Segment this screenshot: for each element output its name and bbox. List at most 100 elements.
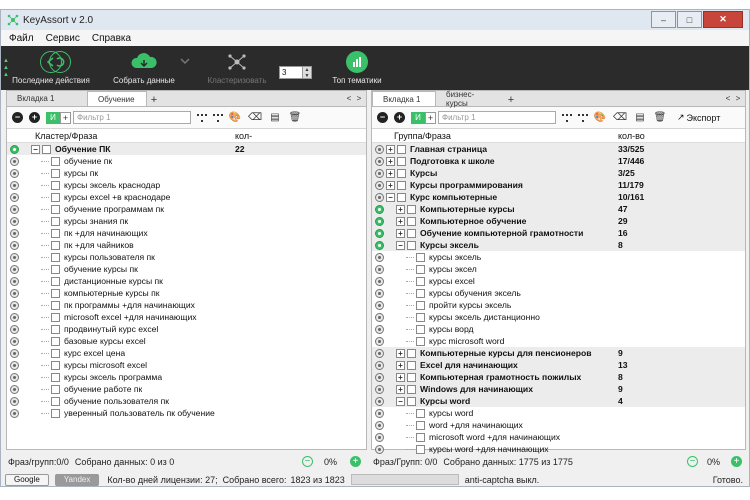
filter-settings-icon[interactable] xyxy=(212,112,224,124)
tree-phrase-row[interactable]: пк программы +для начинающих xyxy=(7,299,366,311)
tree-phrase-row[interactable]: курсы знания пк xyxy=(7,215,366,227)
tree-phrase-row[interactable]: курс excel цена xyxy=(7,347,366,359)
checkbox[interactable] xyxy=(407,372,416,382)
filter-options-icon[interactable] xyxy=(196,112,208,124)
checkbox[interactable] xyxy=(51,240,60,250)
add-icon[interactable]: + xyxy=(394,112,405,123)
add-tab-icon[interactable]: + xyxy=(504,94,518,106)
checkbox[interactable] xyxy=(407,360,416,370)
checkbox[interactable] xyxy=(51,228,60,238)
select-radio-icon[interactable] xyxy=(375,240,384,250)
add-tab-icon[interactable]: + xyxy=(147,94,161,106)
forward-button[interactable] xyxy=(49,46,71,90)
tree-phrase-row[interactable]: уверенный пользователь пк обучение xyxy=(7,407,366,419)
menu-file[interactable]: Файл xyxy=(9,33,34,44)
tab-obuchenie[interactable]: Обучение xyxy=(87,91,147,106)
checkbox[interactable] xyxy=(51,264,60,274)
select-radio-icon[interactable] xyxy=(375,432,384,442)
checkbox[interactable] xyxy=(51,360,60,370)
select-radio-icon[interactable] xyxy=(375,336,384,346)
checkbox[interactable] xyxy=(416,312,425,322)
checkbox[interactable] xyxy=(51,216,60,226)
palette-icon[interactable]: 🎨 xyxy=(228,112,242,124)
select-radio-icon[interactable] xyxy=(10,336,19,346)
checkbox[interactable] xyxy=(51,336,60,346)
top-topics-button[interactable]: Топ тематики xyxy=(322,46,392,90)
select-radio-icon[interactable] xyxy=(10,228,19,238)
checkbox[interactable] xyxy=(51,372,60,382)
tree-phrase-row[interactable]: пк +для начинающих xyxy=(7,227,366,239)
checkbox[interactable] xyxy=(416,324,425,334)
select-radio-icon[interactable] xyxy=(10,360,19,370)
tree-phrase-row[interactable]: курсы microsoft excel xyxy=(7,359,366,371)
select-radio-icon[interactable] xyxy=(10,288,19,298)
checkbox[interactable] xyxy=(51,204,60,214)
tab-biznes-kursy[interactable]: бизнес-курсы xyxy=(436,90,504,108)
expand-icon[interactable]: + xyxy=(396,348,405,358)
tree-group-row[interactable]: + Курсы 3/25 xyxy=(372,167,745,179)
select-radio-icon[interactable] xyxy=(10,300,19,310)
collect-dropdown-button[interactable] xyxy=(179,46,191,90)
tree-group-row[interactable]: + Курсы программирования 11/179 xyxy=(372,179,745,191)
tab-scroll-left-icon[interactable]: < xyxy=(723,93,733,104)
tree-phrase-row[interactable]: курсы эксел xyxy=(372,263,745,275)
select-radio-icon[interactable] xyxy=(10,324,19,334)
tree-group-row[interactable]: + Обучение компьютерной грамотности 16 xyxy=(372,227,745,239)
tree-phrase-row[interactable]: microsoft word +для начинающих xyxy=(372,431,745,443)
tree-phrase-row[interactable]: word +для начинающих xyxy=(372,419,745,431)
checkbox[interactable] xyxy=(416,408,425,418)
tree-phrase-row[interactable]: дистанционные курсы пк xyxy=(7,275,366,287)
minimize-button[interactable]: – xyxy=(651,11,676,28)
menu-service[interactable]: Сервис xyxy=(46,33,80,44)
tab-scroll-right-icon[interactable]: > xyxy=(733,93,743,104)
google-toggle[interactable]: Google xyxy=(5,473,49,486)
checkbox[interactable] xyxy=(416,300,425,310)
zoom-out-icon[interactable]: − xyxy=(687,456,698,467)
tree-phrase-row[interactable]: курсы ворд xyxy=(372,323,745,335)
checkbox[interactable] xyxy=(407,204,416,214)
expand-icon[interactable]: + xyxy=(386,156,395,166)
select-radio-icon[interactable] xyxy=(10,348,19,358)
count-header[interactable]: кол-во xyxy=(618,131,645,141)
stepper-arrows-icon[interactable]: ▲ ▼ xyxy=(303,65,312,79)
select-radio-icon[interactable] xyxy=(10,264,19,274)
add-filter-icon[interactable]: + xyxy=(60,111,71,124)
tree-phrase-row[interactable]: курсы пользователя пк xyxy=(7,251,366,263)
tree-group-row[interactable]: − Курс компьютерные 10/161 xyxy=(372,191,745,203)
remove-icon[interactable]: − xyxy=(12,112,23,123)
checkbox[interactable] xyxy=(397,144,406,154)
palette-icon[interactable]: 🎨 xyxy=(593,112,607,124)
zoom-out-icon[interactable]: − xyxy=(302,456,313,467)
select-radio-icon[interactable] xyxy=(10,252,19,262)
tree-phrase-row[interactable]: курсы эксель дистанционно xyxy=(372,311,745,323)
expand-icon[interactable]: + xyxy=(396,372,405,382)
tree-phrase-row[interactable]: курсы excel +в краснодаре xyxy=(7,191,366,203)
tree-phrase-row[interactable]: курсы обучения эксель xyxy=(372,287,745,299)
expand-icon[interactable]: + xyxy=(396,360,405,370)
tree-phrase-row[interactable]: курсы эксель xyxy=(372,251,745,263)
document-icon[interactable]: ▤ xyxy=(268,112,282,124)
trash-icon[interactable]: 🗑 xyxy=(288,112,302,124)
tree-phrase-row[interactable]: обучение программам пк xyxy=(7,203,366,215)
select-radio-icon[interactable] xyxy=(375,312,384,322)
and-toggle-button[interactable]: И xyxy=(46,111,60,124)
checkbox[interactable] xyxy=(407,240,416,250)
filter-settings-icon[interactable] xyxy=(577,112,589,124)
filter-options-icon[interactable] xyxy=(561,112,573,124)
select-radio-icon[interactable] xyxy=(375,372,384,382)
cluster-button[interactable]: Кластеризовать xyxy=(197,46,277,90)
zoom-in-icon[interactable]: + xyxy=(350,456,361,467)
tree-group-row[interactable]: + Компьютерные курсы для пенсионеров 9 xyxy=(372,347,745,359)
checkbox[interactable] xyxy=(397,180,406,190)
checkbox[interactable] xyxy=(51,168,60,178)
checkbox[interactable] xyxy=(42,144,51,154)
checkbox[interactable] xyxy=(51,156,60,166)
select-radio-icon[interactable] xyxy=(375,168,384,178)
tree-phrase-row[interactable]: курсы пк xyxy=(7,167,366,179)
collapse-icon[interactable]: − xyxy=(396,396,405,406)
checkbox[interactable] xyxy=(51,348,60,358)
tree-group-row[interactable]: + Excel для начинающих 13 xyxy=(372,359,745,371)
select-radio-icon[interactable] xyxy=(10,156,19,166)
select-radio-icon[interactable] xyxy=(10,204,19,214)
checkbox[interactable] xyxy=(407,228,416,238)
